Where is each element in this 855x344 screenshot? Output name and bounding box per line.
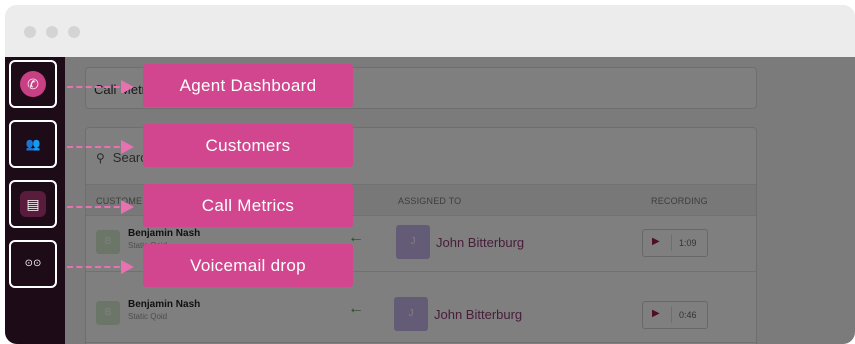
callout-arrowhead-icon: [121, 140, 134, 154]
app-window: ✆ 👥 ▤ ⊙⊙ Call Metrics ⚲Search CUSTOMER A…: [5, 5, 855, 344]
callout-connector: [67, 266, 129, 268]
users-icon: 👥: [25, 137, 41, 151]
window-close-dot[interactable]: [24, 26, 36, 38]
callout-arrowhead-icon: [121, 200, 134, 214]
callout-connector: [67, 206, 129, 208]
contact-card-icon: ▤: [20, 191, 46, 217]
callout-voicemail-drop: Voicemail drop: [143, 244, 353, 287]
phone-icon: ✆: [20, 71, 46, 97]
callout-arrowhead-icon: [121, 260, 134, 274]
callout-customers: Customers: [143, 124, 353, 167]
sidebar-item-agent-dashboard[interactable]: ✆: [9, 60, 57, 108]
sidebar-item-customers[interactable]: 👥: [9, 120, 57, 168]
sidebar-item-call-metrics[interactable]: ▤: [9, 180, 57, 228]
sidebar-item-voicemail[interactable]: ⊙⊙: [9, 240, 57, 288]
sidebar: ✆ 👥 ▤ ⊙⊙: [5, 57, 65, 344]
callout-arrowhead-icon: [121, 80, 134, 94]
title-bar: [5, 5, 855, 57]
callout-connector: [67, 86, 129, 88]
callout-call-metrics: Call Metrics: [143, 184, 353, 227]
callout-connector: [67, 146, 129, 148]
voicemail-icon: ⊙⊙: [24, 258, 42, 269]
window-minimize-dot[interactable]: [46, 26, 58, 38]
window-maximize-dot[interactable]: [68, 26, 80, 38]
callout-agent-dashboard: Agent Dashboard: [143, 64, 353, 107]
